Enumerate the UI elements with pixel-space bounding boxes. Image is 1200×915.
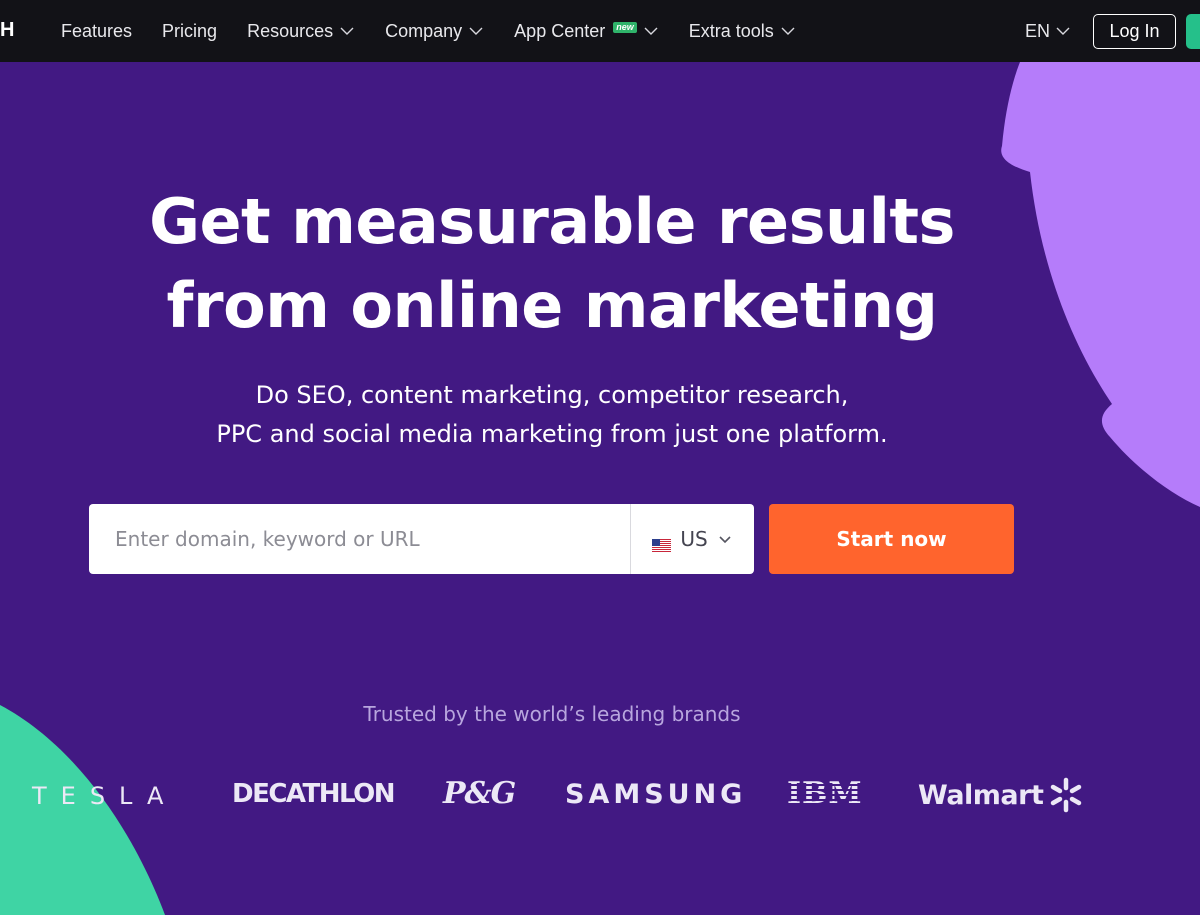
language-label: EN xyxy=(1025,20,1051,41)
chevron-down-icon xyxy=(717,531,733,547)
nav-item-app-center[interactable]: App Center new xyxy=(514,21,659,42)
nav-item-features[interactable]: Features xyxy=(61,21,132,42)
top-navigation-bar: H Features Pricing Resources Company App… xyxy=(0,0,1200,62)
hero-title-line: Get measurable results xyxy=(149,185,955,258)
pg-logo: P&G xyxy=(443,776,516,811)
green-blob-shape xyxy=(0,705,165,915)
nav-item-label: Features xyxy=(61,20,133,41)
nav-item-label: Extra tools xyxy=(688,20,774,41)
chevron-down-icon xyxy=(780,23,796,39)
logo[interactable]: H xyxy=(0,19,14,42)
purple-blob-shape xyxy=(1001,62,1200,507)
decathlon-logo: DECATHLON xyxy=(232,779,396,809)
us-flag-icon xyxy=(652,533,672,552)
nav-item-label: Resources xyxy=(247,20,334,41)
nav-item-pricing[interactable]: Pricing xyxy=(162,21,217,42)
new-badge: new xyxy=(613,21,637,33)
walmart-spark-icon xyxy=(1049,777,1083,813)
country-select[interactable]: US xyxy=(630,504,754,574)
hero-title: Get measurable results from online marke… xyxy=(100,180,1004,348)
main-nav: Features Pricing Resources Company App C… xyxy=(61,0,796,62)
hero-subtitle-line: PPC and social media marketing from just… xyxy=(216,420,888,448)
hero-subtitle: Do SEO, content marketing, competitor re… xyxy=(100,376,1004,454)
chevron-down-icon xyxy=(339,23,355,39)
nav-item-extra-tools[interactable]: Extra tools xyxy=(689,21,796,42)
samsung-logo: SAMSUNG xyxy=(565,779,747,810)
search-form: US xyxy=(89,504,754,574)
search-input[interactable] xyxy=(89,504,630,574)
start-now-button[interactable]: Start now xyxy=(769,504,1014,574)
nav-item-resources[interactable]: Resources xyxy=(247,21,355,42)
nav-item-company[interactable]: Company xyxy=(385,21,484,42)
signup-button[interactable] xyxy=(1186,14,1200,49)
chevron-down-icon xyxy=(1055,23,1071,39)
tesla-logo: TESLA xyxy=(32,782,178,810)
language-selector[interactable]: EN xyxy=(1025,0,1071,62)
hero-subtitle-line: Do SEO, content marketing, competitor re… xyxy=(255,381,849,409)
walmart-wordmark: Walmart xyxy=(918,779,1044,811)
hero-title-line: from online marketing xyxy=(166,269,938,342)
chevron-down-icon xyxy=(468,23,484,39)
nav-item-label: App Center xyxy=(514,20,606,41)
nav-item-label: Pricing xyxy=(162,20,218,41)
country-label: US xyxy=(680,527,708,551)
ibm-logo: IBM xyxy=(787,776,863,811)
trusted-brands-heading: Trusted by the world’s leading brands xyxy=(363,702,741,726)
nav-item-label: Company xyxy=(385,20,463,41)
walmart-logo: Walmart xyxy=(918,777,1083,813)
chevron-down-icon xyxy=(643,23,659,39)
login-button[interactable]: Log In xyxy=(1093,14,1176,49)
